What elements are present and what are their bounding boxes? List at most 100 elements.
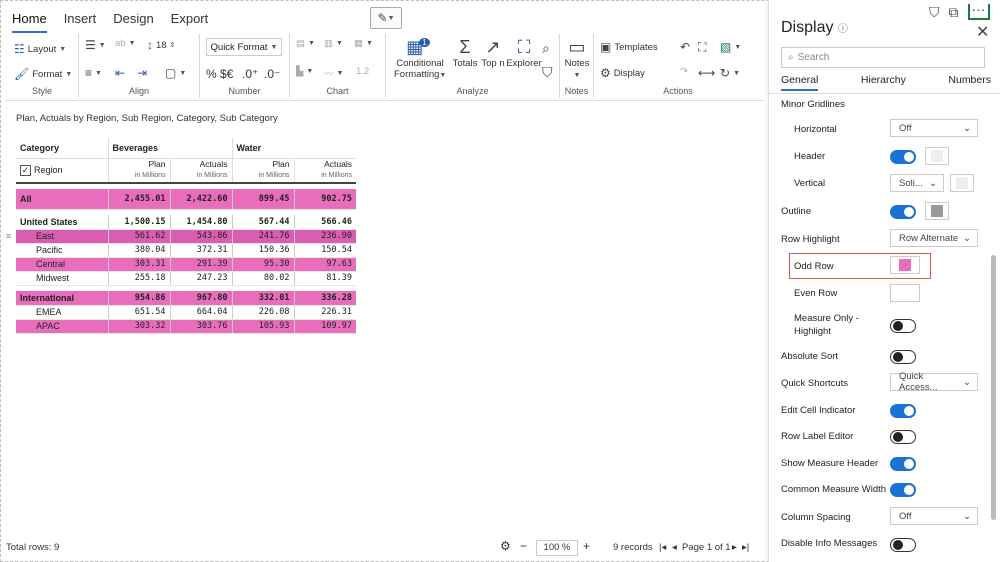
currency-button[interactable]: % $€ [206,67,233,81]
horizontal-select[interactable]: Off ⌄ [890,119,978,137]
vertical-color-swatch[interactable] [950,174,974,192]
undo-button[interactable]: ↶ [680,40,690,54]
measure-header-row: ✓ Region Plan in Millions Actuals in Millio… [16,158,356,184]
outdent-button[interactable]: ⇤ [115,66,125,80]
panel-search-input[interactable]: ⌕ Search [781,47,985,68]
filter-icon[interactable]: ⛉ [929,4,940,21]
outline-toggle[interactable] [890,205,916,219]
panel-divider [769,93,1000,94]
sparkline-button[interactable]: 〰 ▼ [324,66,343,80]
panel-scrollbar[interactable] [991,255,996,520]
tab-hierarchy[interactable]: Hierarchy [861,74,906,91]
table-row[interactable]: EMEA 651.54 664.04 226.08 226.31 [16,305,356,320]
measure-only-highlight-toggle[interactable] [890,319,916,333]
tab-insert[interactable]: Insert [64,11,97,33]
header-toggle[interactable] [890,150,916,164]
region-header[interactable]: ✓ Region [16,158,108,184]
common-measure-width-toggle[interactable] [890,483,916,497]
table-row[interactable]: United States 1,500.15 1,454.80 567.44 566.… [16,215,356,230]
tab-design[interactable]: Design [113,11,153,33]
zoom-out-button[interactable]: − [520,539,527,553]
group-header-beverages[interactable]: Beverages [107,138,232,159]
vertical-select[interactable]: Soli... ⌄ [890,174,944,192]
conditional-formatting-button[interactable]: ▦1 Conditional Formatting▼ [394,36,446,80]
height-icon: ↕ [147,38,153,52]
first-page-icon[interactable]: |◂ [659,542,666,553]
redo-button[interactable]: ↷ [680,66,688,77]
table-row[interactable]: Midwest 255.18 247.23 80.02 81.39 [16,271,356,286]
table-row[interactable]: All 2,455.01 2,422.60 899.45 902.75 [16,189,356,210]
layout-button[interactable]: ☷ Layout ▼ [14,42,66,56]
column-spacing-select[interactable]: Off ⌄ [890,507,978,525]
tab-home[interactable]: Home [12,11,47,33]
sigma-icon: Σ [459,37,471,57]
explorer-button[interactable]: ⛶ Explorer [506,36,542,69]
bar-chart-button[interactable]: ▤ ▼ [296,38,315,49]
decrease-decimal-button[interactable]: .0⁻ [264,67,280,81]
table-row[interactable]: Pacific 380.04 372.31 150.36 150.54 [16,243,356,258]
popout-icon[interactable]: ⧉ [949,4,959,21]
close-icon[interactable]: ✕ [976,22,989,42]
prev-page-icon[interactable]: ◂ [672,542,677,553]
font-size-stepper[interactable]: ↕ 18 ⇕ [147,38,175,52]
border-button[interactable]: ▢ ▼ [165,66,186,80]
last-page-icon[interactable]: ▸| [742,542,749,553]
gear-icon[interactable]: ⚙ [500,539,511,553]
measure-header[interactable]: Actuals in Millions [293,158,356,184]
waterfall-button[interactable]: ▙ ▼ [296,66,313,77]
scale-button[interactable]: 1.2 [356,66,369,77]
indent-button[interactable]: ⇥ [137,66,147,80]
tab-numbers[interactable]: Numbers [948,74,991,91]
top-n-button[interactable]: ↗ Top n [480,36,506,69]
measure-header[interactable]: Actuals in Millions [169,158,232,184]
table-row[interactable]: APAC 303.32 303.76 105.93 109.97 [16,319,356,334]
edit-mode-button[interactable]: ✎ ▼ [370,7,402,29]
measure-header[interactable]: Plan in Millions [231,158,294,184]
quick-shortcuts-select[interactable]: Quick Access... ⌄ [890,371,978,393]
checkbox-icon[interactable]: ✓ [20,164,31,176]
category-header[interactable]: Category [16,138,108,159]
totals-button[interactable]: Σ Totals [450,36,480,69]
table-row[interactable]: Central 303.31 291.39 95.30 97.63 [16,257,356,272]
vertical-label: Vertical [794,178,826,189]
tab-export[interactable]: Export [171,11,209,33]
edit-cell-indicator-toggle[interactable] [890,404,916,418]
zoom-input[interactable]: 100 % [536,540,578,556]
templates-button[interactable]: ▣ Templates [600,40,658,54]
table-row[interactable]: International 954.86 967.80 332.01 336.28 [16,291,356,306]
show-measure-header-toggle[interactable] [890,457,916,471]
odd-row-color-swatch[interactable] [890,256,920,274]
tab-general[interactable]: General [781,74,819,91]
measure-header[interactable]: Plan in Millions [107,158,170,184]
refresh-button[interactable]: ↻ ▼ [720,66,740,80]
format-button[interactable]: 🖌 Format ▼ [14,67,72,81]
header-color-swatch[interactable] [925,147,949,165]
row-highlight-select[interactable]: Row Alternate ⌄ [890,229,978,247]
notes-button[interactable]: ▭ Notes ▼ [562,36,592,80]
absolute-sort-toggle[interactable] [890,350,916,364]
align-left-button[interactable]: ☰ ▼ [85,38,106,52]
column-chart-button[interactable]: ▥ ▼ [324,38,343,49]
disable-info-messages-toggle[interactable] [890,538,916,552]
more-icon[interactable]: ··· [967,2,990,20]
outline-color-swatch[interactable] [925,202,949,220]
align-center-button[interactable]: ≡ ▼ [85,66,102,80]
zoom-in-button[interactable]: + [583,539,590,553]
search-button[interactable]: ⌕ [542,40,550,57]
row-label-editor-toggle[interactable] [890,430,916,444]
variance-chart-button[interactable]: ▦ ▼ [354,38,373,49]
display-button[interactable]: ⚙ Display [600,66,645,80]
fullscreen-button[interactable]: ⛶ [698,40,706,55]
table-row[interactable]: East 561.62 543.86 241.76 236.90 [16,229,356,244]
filter-button[interactable]: ⛉ [542,64,553,81]
wrap-button[interactable]: ab ▼ [115,38,136,49]
fit-width-button[interactable]: ⟷ [698,66,715,80]
increase-decimal-button[interactable]: .0⁺ [242,67,258,81]
drag-handle-icon[interactable]: ≡ [6,231,11,241]
excel-export-button[interactable]: ▧ ▼ [720,40,741,54]
next-page-icon[interactable]: ▸ [732,542,737,553]
group-header-water[interactable]: Water [231,138,356,159]
quick-format-select[interactable]: Quick Format ▼ [206,38,282,56]
even-row-color-swatch[interactable] [890,284,920,302]
info-icon[interactable]: ⓘ [838,24,848,35]
